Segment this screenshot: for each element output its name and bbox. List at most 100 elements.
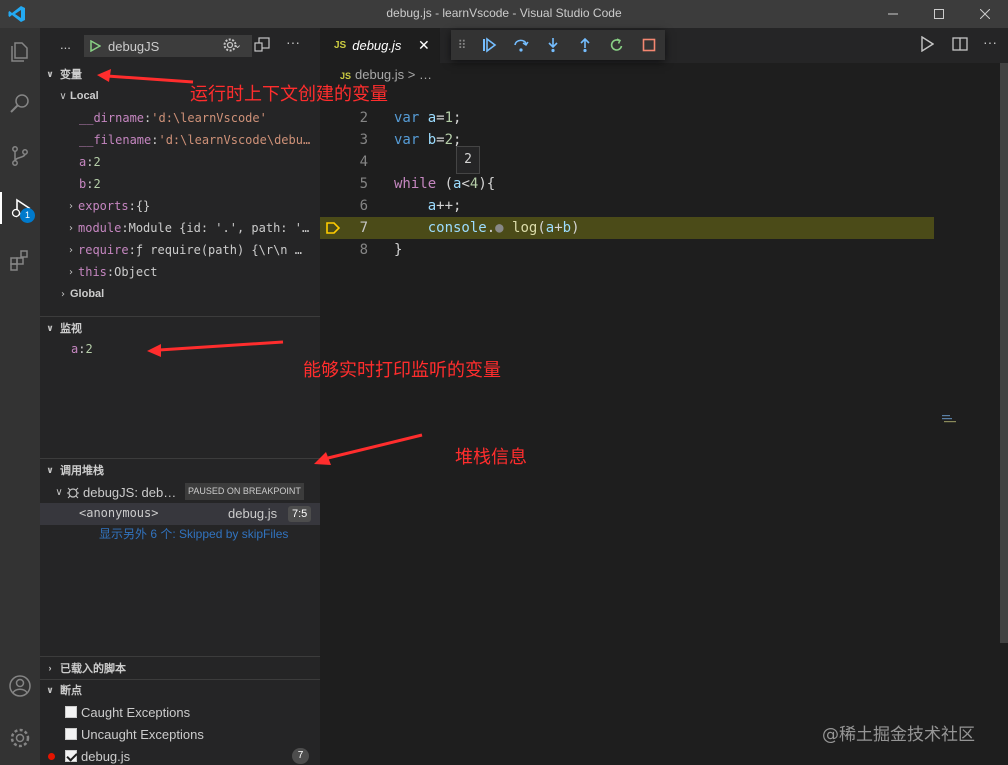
- variable-item[interactable]: __filename: 'd:\learnVscode\debu…: [40, 129, 320, 151]
- minimap[interactable]: [940, 63, 994, 763]
- chevron-down-icon: ∨: [46, 68, 54, 79]
- breakpoint-file-checkbox[interactable]: [65, 750, 77, 762]
- editor-more-icon[interactable]: ···: [983, 34, 997, 50]
- line-number: 5: [359, 176, 368, 192]
- chevron-right-icon: ›: [48, 663, 52, 673]
- explorer-icon: [11, 42, 28, 62]
- variable-item[interactable]: › exports: {}: [40, 195, 320, 217]
- code-line-current: 7 console.● log(a+b): [320, 217, 934, 239]
- settings-gear-icon: [10, 728, 30, 748]
- annotation-arrow-watch: [147, 340, 284, 357]
- debug-sidebar-toolbar: ... debugJS ⌄ ···: [40, 28, 320, 63]
- loaded-scripts-section-header[interactable]: › 已载入的脚本: [40, 657, 320, 679]
- chevron-right-icon: ›: [69, 266, 73, 278]
- debug-config-name: debugJS: [108, 39, 160, 54]
- chevron-right-icon: ›: [69, 222, 73, 234]
- annotation-stack-info: 堆栈信息: [455, 447, 527, 468]
- code-line: 4: [320, 151, 934, 173]
- code-text: while (a<4){: [394, 176, 496, 192]
- debug-sidebar: ... debugJS ⌄ ··· ∨ 变量 ∨ Local __dirname…: [40, 28, 320, 765]
- call-stack-header-label: 调用堆栈: [60, 465, 104, 477]
- breakpoint-dot-icon: [48, 753, 55, 760]
- start-debug-icon: [90, 40, 101, 52]
- breakpoint-label: Uncaught Exceptions: [81, 726, 204, 742]
- line-number: 8: [359, 242, 368, 258]
- stack-frame-name: <anonymous>: [79, 506, 159, 520]
- stack-frame[interactable]: <anonymous> debug.js 7:5: [40, 503, 320, 525]
- search-button[interactable]: [4, 88, 36, 120]
- code-text: }: [394, 242, 403, 258]
- debug-session-bug-icon: [67, 487, 79, 499]
- run-debug-button[interactable]: 1: [0, 192, 40, 224]
- explorer-button[interactable]: [4, 36, 36, 68]
- variable-item[interactable]: › require: ƒ require(path) {\r\n …: [40, 239, 320, 261]
- annotation-arrow-variables: [97, 69, 194, 84]
- chevron-down-icon: ∨: [55, 486, 63, 498]
- debug-session-name: debugJS: deb…: [83, 484, 177, 500]
- variable-item[interactable]: › this: Object: [40, 261, 320, 283]
- caught-exceptions-checkbox[interactable]: [65, 706, 77, 718]
- line-number: 4: [359, 154, 368, 170]
- split-editor-icon[interactable]: [952, 36, 968, 52]
- extensions-button[interactable]: [4, 244, 36, 276]
- code-editor[interactable]: 2 var a=1; 3 var b=2; 4 5 while (a<4){ 6…: [320, 0, 940, 765]
- variables-header-label: 变量: [60, 69, 82, 81]
- debug-badge: 1: [20, 208, 35, 223]
- close-button[interactable]: [962, 0, 1008, 28]
- show-skipped-frames-link[interactable]: 显示另外 6 个: Skipped by skipFiles: [99, 525, 288, 542]
- line-number: 6: [359, 198, 368, 214]
- chevron-right-icon: ›: [61, 288, 65, 300]
- code-text: console.● log(a+b): [427, 220, 580, 236]
- chevron-down-icon: ∨: [46, 684, 54, 695]
- breakpoints-header-label: 断点: [60, 685, 82, 697]
- chevron-right-icon: ›: [69, 244, 73, 256]
- hover-value-tooltip: 2: [456, 146, 480, 174]
- line-number: 2: [359, 110, 368, 126]
- more-actions-label[interactable]: ...: [60, 37, 71, 52]
- extensions-icon: [10, 250, 28, 271]
- scope-global[interactable]: › Global: [40, 283, 320, 305]
- breakpoint-file[interactable]: debug.js 7: [40, 745, 320, 765]
- open-launch-json-gear-icon[interactable]: [222, 37, 238, 53]
- settings-button[interactable]: [4, 722, 36, 754]
- line-number: 3: [359, 132, 368, 148]
- account-button[interactable]: [4, 670, 36, 702]
- debug-session[interactable]: ∨ debugJS: deb… PAUSED ON BREAKPOINT: [40, 481, 320, 503]
- call-stack-section-header[interactable]: ∨ 调用堆栈: [40, 459, 320, 481]
- views-more-icon[interactable]: ···: [286, 34, 300, 50]
- breakpoint-uncaught-exceptions[interactable]: Uncaught Exceptions: [40, 723, 320, 745]
- chevron-right-icon: ›: [69, 200, 73, 212]
- search-icon: [10, 94, 29, 113]
- code-line: 3 var b=2;: [320, 129, 934, 151]
- code-text: var b=2;: [394, 132, 462, 148]
- current-breakpoint-arrow-icon: [326, 222, 340, 234]
- debug-console-icon[interactable]: [254, 37, 270, 53]
- variable-item[interactable]: __dirname: 'd:\learnVscode': [40, 107, 320, 129]
- source-control-button[interactable]: [4, 140, 36, 172]
- breakpoint-line-badge: 7: [292, 748, 309, 764]
- watch-header-label: 监视: [60, 323, 82, 335]
- variable-item[interactable]: › module: Module {id: '.', path: '…: [40, 217, 320, 239]
- annotation-arrow-stack: [314, 433, 423, 465]
- code-line: 8 }: [320, 239, 934, 261]
- code-text: var a=1;: [394, 110, 462, 126]
- chevron-down-icon: ∨: [46, 322, 54, 333]
- code-line: 6 a++;: [320, 195, 934, 217]
- code-line: 5 while (a<4){: [320, 173, 934, 195]
- breakpoint-label: Caught Exceptions: [81, 704, 191, 720]
- watch-section-header[interactable]: ∨ 监视: [40, 317, 320, 339]
- uncaught-exceptions-checkbox[interactable]: [65, 728, 77, 740]
- source-control-icon: [12, 146, 28, 166]
- close-icon: [980, 9, 990, 19]
- loaded-scripts-header-label: 已载入的脚本: [60, 663, 126, 675]
- stack-frame-file: debug.js: [228, 506, 278, 521]
- breakpoint-caught-exceptions[interactable]: Caught Exceptions: [40, 701, 320, 723]
- editor-scrollbar[interactable]: [1000, 63, 1008, 643]
- code-line: 2 var a=1;: [320, 107, 934, 129]
- scope-local-label: Local: [70, 90, 99, 102]
- variable-item[interactable]: a: 2: [40, 151, 320, 173]
- chevron-down-icon: ∨: [59, 90, 67, 102]
- breakpoints-section-header[interactable]: ∨ 断点: [40, 679, 320, 701]
- breakpoint-label: debug.js: [81, 748, 131, 764]
- variable-item[interactable]: b: 2: [40, 173, 320, 195]
